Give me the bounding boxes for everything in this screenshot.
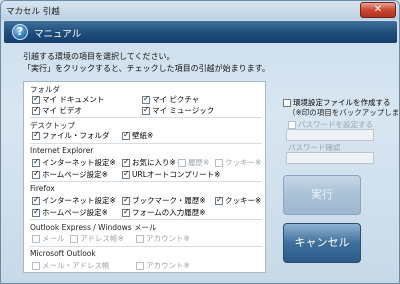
checkbox-box[interactable] <box>136 234 144 243</box>
group-title-ie: Internet Explorer <box>30 146 94 155</box>
execute-button[interactable]: 実行 <box>283 175 361 215</box>
checkbox-box[interactable] <box>288 120 296 129</box>
checkbox-outlook-mail-address[interactable]: メール・アドレス帳 <box>32 260 110 271</box>
checkbox-box[interactable] <box>32 105 40 115</box>
checkbox-box[interactable] <box>122 195 130 205</box>
checkbox-box[interactable] <box>70 234 78 243</box>
checkbox-box[interactable] <box>122 130 130 140</box>
checkbox-oe-mail[interactable]: メール <box>32 233 65 244</box>
manual-header[interactable]: ? マニュアル <box>4 21 397 43</box>
checkbox-my-videos[interactable]: マイ ビデオ <box>32 105 82 116</box>
checkbox-ie-history[interactable]: 履歴※ <box>178 157 209 168</box>
group-folder: フォルダ マイ ドキュメント マイ ピクチャ マイ ビデオ マイ ミュージック <box>30 84 262 118</box>
checkbox-ie-homepage[interactable]: ホームページ設定※ <box>32 169 108 180</box>
instructions: 引越する環境の項目を選択してください。 「実行」をクリックすると、チェックした項… <box>23 51 270 75</box>
password-confirm-input[interactable] <box>286 152 374 164</box>
group-desktop: デスクトップ ファイル・フォルダ 壁紙※ <box>30 120 262 144</box>
checkbox-ie-favorites[interactable]: お気に入り※ <box>122 157 176 168</box>
checkbox-box[interactable] <box>142 105 150 115</box>
checkbox-box[interactable] <box>32 157 40 167</box>
checkbox-my-music[interactable]: マイ ミュージック <box>142 105 214 116</box>
group-ms-outlook: Microsoft Outlook メール・アドレス帳 アカウント※ <box>30 249 262 272</box>
checkbox-ie-internet-settings[interactable]: インターネット設定※ <box>32 157 116 168</box>
instructions-line-1: 引越する環境の項目を選択してください。 <box>23 52 175 61</box>
checkbox-box[interactable] <box>178 158 186 167</box>
checkbox-my-documents[interactable]: マイ ドキュメント <box>32 94 104 105</box>
cancel-button[interactable]: キャンセル <box>283 223 361 263</box>
group-internet-explorer: Internet Explorer インターネット設定※ お気に入り※ 履歴※ … <box>30 146 262 182</box>
checkbox-box[interactable] <box>32 195 40 205</box>
app-window: マカセル 引越 ✕ ? マニュアル 引越する環境の項目を選択してください。 「実… <box>0 0 400 284</box>
checkbox-box[interactable] <box>32 169 40 179</box>
checkbox-box[interactable] <box>136 261 144 270</box>
checkbox-ie-url-autocomplete[interactable]: URLオートコンプリート※ <box>122 169 220 180</box>
checkbox-oe-address-book[interactable]: アドレス帳※ <box>70 233 124 244</box>
title-bar: マカセル 引越 ✕ <box>1 1 399 20</box>
checkbox-files-folders[interactable]: ファイル・フォルダ <box>32 130 110 141</box>
migration-items-panel: フォルダ マイ ドキュメント マイ ピクチャ マイ ビデオ マイ ミュージック … <box>23 81 266 273</box>
group-title-firefox: Firefox <box>30 184 55 193</box>
checkbox-box[interactable] <box>122 169 130 179</box>
close-button[interactable]: ✕ <box>360 2 396 18</box>
group-firefox: Firefox インターネット設定※ ブックマーク・履歴※ クッキー※ ホームペ… <box>30 184 262 220</box>
group-title-outlook-express: Outlook Express / Windows メール <box>30 223 157 232</box>
checkbox-ff-homepage[interactable]: ホームページ設定※ <box>32 207 108 218</box>
checkbox-ff-form-history[interactable]: フォームの入力履歴※ <box>122 207 206 218</box>
checkbox-box[interactable] <box>283 98 291 107</box>
checkbox-box[interactable] <box>32 234 40 243</box>
group-title-ms-outlook: Microsoft Outlook <box>30 249 96 258</box>
checkbox-box[interactable] <box>32 130 40 140</box>
checkbox-oe-account[interactable]: アカウント※ <box>136 233 190 244</box>
password-input[interactable] <box>286 129 374 141</box>
checkbox-box[interactable] <box>32 207 40 217</box>
checkbox-box[interactable] <box>32 261 40 270</box>
checkbox-wallpaper[interactable]: 壁紙※ <box>122 130 153 141</box>
checkbox-box[interactable] <box>122 207 130 217</box>
checkbox-box[interactable] <box>32 94 40 104</box>
checkbox-box[interactable] <box>122 157 130 167</box>
manual-label[interactable]: マニュアル <box>34 26 81 40</box>
checkbox-box[interactable] <box>142 94 150 104</box>
checkbox-ff-bookmarks-history[interactable]: ブックマーク・履歴※ <box>122 195 206 206</box>
checkbox-ff-internet-settings[interactable]: インターネット設定※ <box>32 195 116 206</box>
env-file-note: （※印の項目をバックアップします） <box>288 108 400 117</box>
help-icon[interactable]: ? <box>12 24 28 40</box>
window-title: マカセル 引越 <box>6 7 60 17</box>
checkbox-ie-cookies[interactable]: クッキー※ <box>215 157 261 168</box>
checkbox-box[interactable] <box>215 195 223 205</box>
checkbox-ff-cookies[interactable]: クッキー※ <box>215 195 261 206</box>
checkbox-outlook-account[interactable]: アカウント※ <box>136 260 190 271</box>
checkbox-box[interactable] <box>215 158 223 167</box>
group-outlook-express: Outlook Express / Windows メール メール アドレス帳※… <box>30 222 262 247</box>
checkbox-my-pictures[interactable]: マイ ピクチャ <box>142 94 199 105</box>
instructions-line-2: 「実行」をクリックすると、チェックした項目の引越が始まります。 <box>23 64 270 73</box>
